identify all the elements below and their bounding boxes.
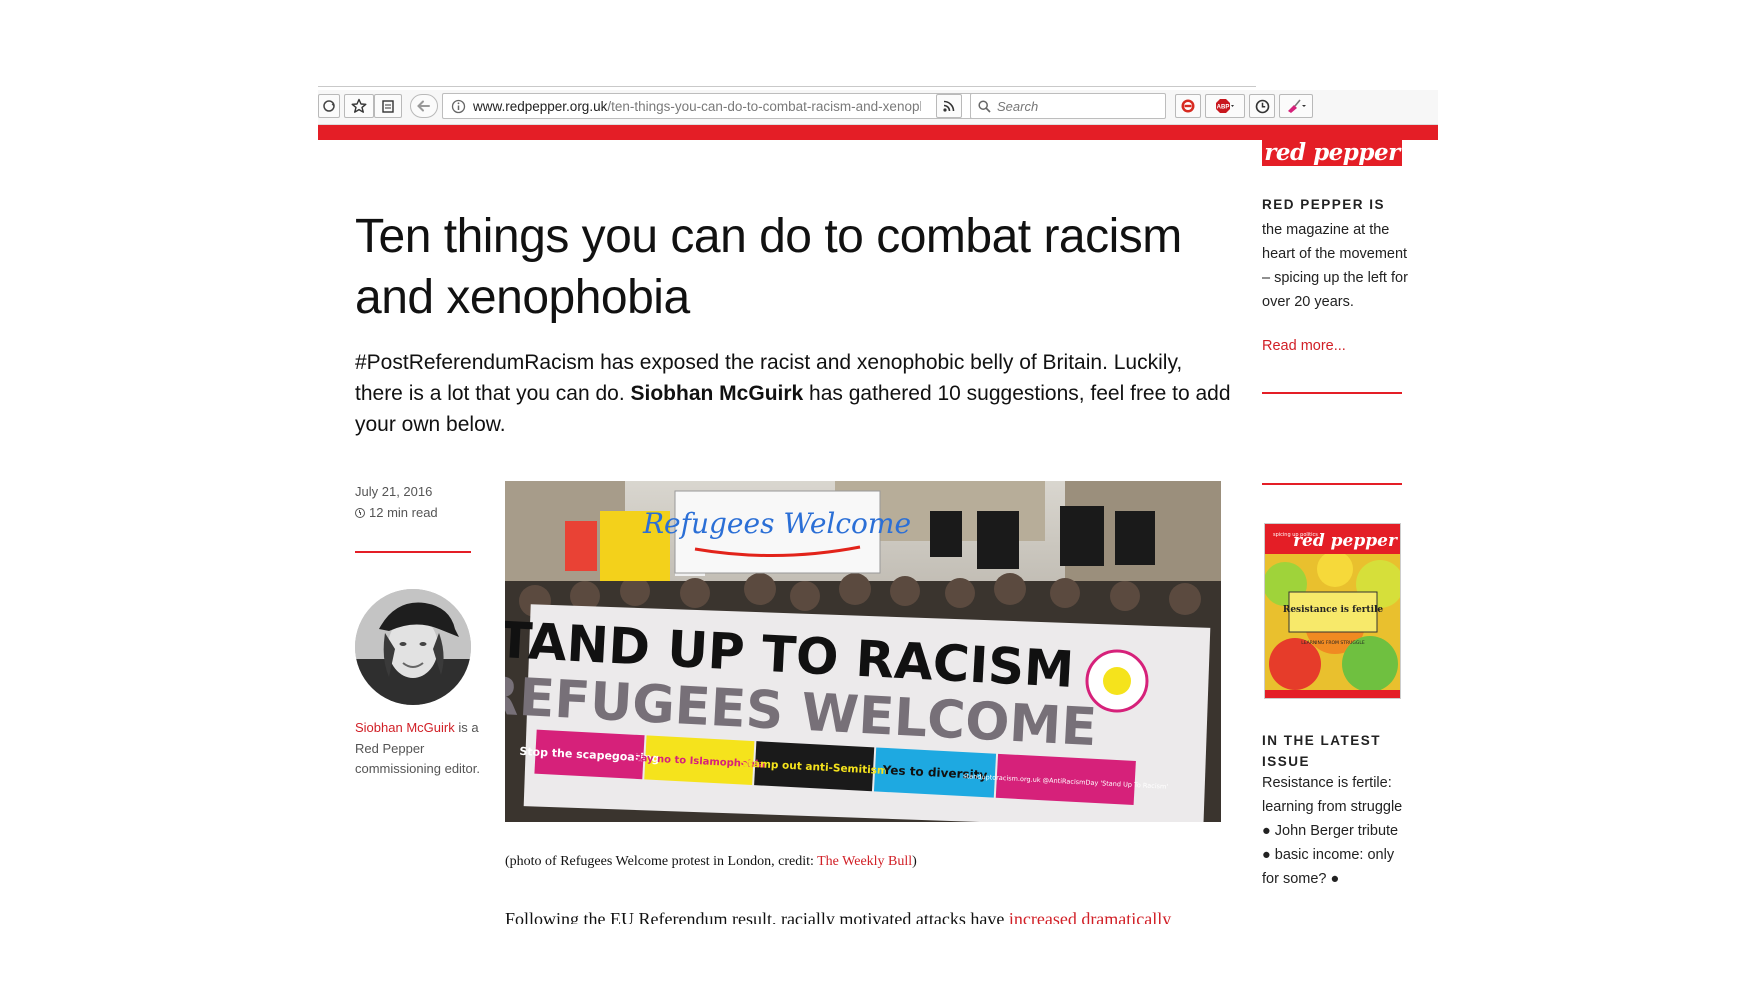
author-portrait-image bbox=[355, 589, 471, 705]
image-caption: (photo of Refugees Welcome protest in Lo… bbox=[505, 854, 917, 870]
read-more-link[interactable]: Read more... bbox=[1262, 338, 1346, 354]
bookmarks-list-button[interactable] bbox=[374, 94, 402, 118]
avatar[interactable] bbox=[355, 589, 471, 705]
identity-menu-button[interactable] bbox=[318, 94, 340, 118]
search-bar[interactable]: Search bbox=[970, 93, 1166, 119]
globe-icon bbox=[323, 100, 335, 112]
rss-icon bbox=[943, 100, 955, 112]
bookmark-star-button[interactable] bbox=[344, 94, 374, 118]
magazine-cover[interactable]: spicing up politics red pepper Resistanc… bbox=[1264, 523, 1401, 699]
no-entry-icon bbox=[1181, 99, 1195, 113]
hero-image: Refugees Welcome STAND UP TO RACISM REFU… bbox=[505, 481, 1221, 822]
cover-subtitle: LEARNING FROM STRUGGLE bbox=[1301, 640, 1365, 646]
body-text-start: Following the EU Referendum result, raci… bbox=[505, 909, 1009, 924]
adblock-button[interactable]: ABP bbox=[1205, 94, 1245, 118]
broom-icon bbox=[1288, 99, 1306, 113]
caption-suffix: ) bbox=[912, 854, 917, 869]
body-link[interactable]: increased dramatically bbox=[1009, 909, 1171, 924]
read-time-row: 12 min read bbox=[355, 502, 438, 523]
address-bar[interactable]: www.redpepper.org.uk/ten-things-you-can-… bbox=[442, 93, 1062, 119]
search-placeholder: Search bbox=[997, 99, 1039, 114]
latest-issue-text: Resistance is fertile: learning from str… bbox=[1262, 775, 1403, 887]
rss-button[interactable] bbox=[936, 94, 962, 118]
url-path: /ten-things-you-can-do-to-combat-racism-… bbox=[607, 99, 921, 114]
clipboard-icon bbox=[382, 100, 394, 113]
browser-toolbar: www.redpepper.org.uk/ten-things-you-can-… bbox=[318, 90, 1438, 125]
url-text[interactable]: www.redpepper.org.uk/ten-things-you-can-… bbox=[473, 99, 921, 114]
history-button[interactable] bbox=[1249, 94, 1275, 118]
info-icon[interactable] bbox=[451, 99, 466, 114]
back-arrow-icon bbox=[417, 100, 430, 112]
article-standfirst: #PostReferendumRacism has exposed the ra… bbox=[355, 347, 1235, 440]
extension-button-2[interactable] bbox=[1279, 94, 1313, 118]
svg-text:ABP: ABP bbox=[1217, 105, 1230, 111]
author-link[interactable]: Siobhan McGuirk bbox=[355, 720, 455, 735]
article-body: Following the EU Referendum result, raci… bbox=[505, 908, 1225, 924]
sidebar-description: the magazine at the heart of the movemen… bbox=[1262, 222, 1408, 310]
clock-icon bbox=[355, 508, 365, 518]
meta-divider bbox=[355, 551, 471, 553]
sidebar-divider-2 bbox=[1262, 483, 1402, 485]
standfirst-author: Siobhan McGuirk bbox=[630, 382, 804, 405]
sign-text: Refugees Welcome bbox=[642, 507, 911, 540]
protest-photo: Refugees Welcome STAND UP TO RACISM REFU… bbox=[505, 481, 1221, 822]
read-time: 12 min read bbox=[369, 505, 438, 520]
site-logo[interactable]: red pepper bbox=[1262, 138, 1402, 166]
adblock-icon: ABP bbox=[1216, 99, 1234, 113]
star-icon bbox=[351, 98, 367, 113]
sidebar-divider-1 bbox=[1262, 392, 1402, 394]
cover-title: red pepper bbox=[1293, 531, 1398, 551]
cover-image: spicing up politics red pepper Resistanc… bbox=[1265, 524, 1400, 698]
author-bio: Siobhan McGuirk is a Red Pepper commissi… bbox=[355, 718, 480, 780]
sidebar-heading: RED PEPPER IS bbox=[1262, 197, 1386, 212]
chrome-divider bbox=[318, 86, 1256, 87]
url-domain: www.redpepper.org.uk bbox=[473, 99, 608, 114]
search-icon bbox=[978, 100, 991, 113]
clock-icon bbox=[1255, 99, 1269, 113]
article-title: Ten things you can do to combat racism a… bbox=[355, 210, 1182, 324]
caption-prefix: (photo of Refugees Welcome protest in Lo… bbox=[505, 854, 818, 869]
cover-headline: Resistance is fertile bbox=[1283, 605, 1384, 615]
back-button[interactable] bbox=[410, 94, 438, 118]
publish-date: July 21, 2016 bbox=[355, 484, 433, 499]
latest-issue-heading: IN THE LATEST ISSUE bbox=[1262, 733, 1381, 769]
extension-button-1[interactable] bbox=[1175, 94, 1201, 118]
caption-credit-link[interactable]: The Weekly Bull bbox=[817, 854, 912, 869]
article-meta: July 21, 2016 12 min read bbox=[355, 481, 438, 523]
